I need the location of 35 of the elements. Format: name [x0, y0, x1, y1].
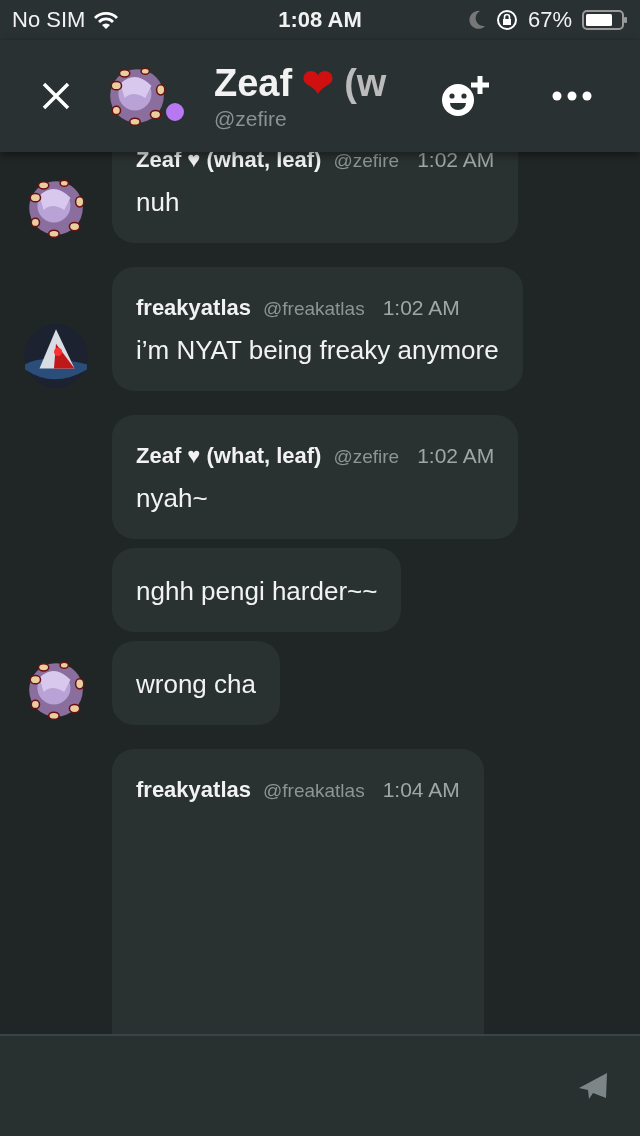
author-handle: @freakatlas [263, 298, 365, 320]
rotation-lock-icon [495, 9, 518, 31]
author-name: Zeaf ♥ (what, leaf) [136, 443, 322, 469]
contact-handle: @zefire [214, 107, 288, 131]
heart-emoji: ❤ [302, 61, 335, 105]
timestamp: 1:02 AM [382, 296, 460, 320]
message-text: i’m NYAT being freaky anymore [136, 335, 499, 365]
contact-name-continuation: (w [344, 61, 387, 105]
message-text: nghh pengi harder~~ [136, 576, 378, 606]
author-handle: @freakatlas [263, 780, 365, 802]
author-name: freakyatlas [136, 295, 251, 321]
close-icon [41, 81, 71, 111]
clock: 1:08 AM [278, 7, 362, 33]
more-icon [552, 91, 592, 101]
send-button[interactable] [578, 1072, 608, 1100]
timestamp: 1:04 AM [382, 778, 460, 802]
author-name: freakyatlas [136, 777, 251, 803]
battery-percent: 67% [527, 7, 572, 33]
add-friend-button[interactable] [440, 74, 490, 118]
contact-name: Zeaf [214, 61, 293, 105]
more-button[interactable] [552, 91, 592, 101]
smiley-plus-icon [440, 74, 490, 118]
timestamp: 1:02 AM [417, 444, 495, 468]
message-text: nuh [136, 187, 181, 217]
send-icon [578, 1072, 608, 1100]
wifi-icon [93, 10, 120, 30]
message-text: wrong cha [136, 669, 256, 699]
timestamp: 1:02 AM [417, 152, 495, 172]
battery-icon [582, 9, 628, 31]
author-handle: @zefire [333, 446, 400, 468]
message-text: nyah~ [136, 483, 209, 513]
moon-icon [467, 10, 486, 30]
author-handle: @zefire [333, 152, 400, 172]
status-dot [164, 101, 186, 123]
carrier: No SIM [12, 7, 86, 33]
